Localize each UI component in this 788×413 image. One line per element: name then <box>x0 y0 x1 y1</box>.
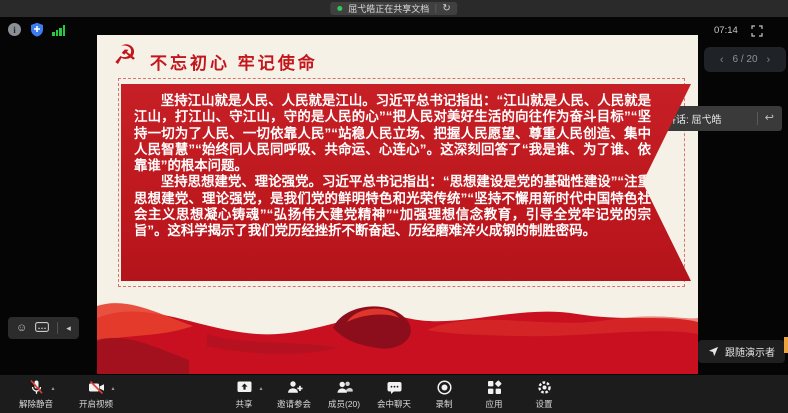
edge-notification-strip <box>784 337 788 353</box>
shield-icon[interactable] <box>30 22 44 42</box>
red-ribbon-graphic <box>97 288 698 374</box>
unmute-button[interactable]: ▴ 解除静音 <box>18 379 54 410</box>
meeting-toolbar: ▴ 解除静音 ▴ 开启视频 <box>0 375 788 413</box>
network-signal-icon[interactable] <box>52 25 65 36</box>
next-page-icon[interactable]: › <box>767 54 771 66</box>
apps-grid-icon <box>486 379 503 396</box>
prev-page-icon[interactable]: ‹ <box>720 54 724 66</box>
mic-options-caret[interactable]: ▴ <box>51 385 54 392</box>
slide-title: 不忘初心 牢记使命 <box>150 49 318 74</box>
follow-presenter-button[interactable]: 跟随演示者 <box>698 340 785 363</box>
record-icon <box>436 379 453 396</box>
sharing-status-text: 屈弋皓正在共享文档 <box>348 2 429 15</box>
members-button[interactable]: 成员(20) <box>326 379 362 410</box>
chat-bubble-icon <box>386 379 403 396</box>
meeting-window: 屈弋皓正在共享文档 ↻ i 07:14 ☭ 不忘初心 牢记使命 坚持江山就是人民… <box>0 0 788 413</box>
share-button[interactable]: ▴ 共享 <box>226 379 262 410</box>
sharing-status-pill[interactable]: 屈弋皓正在共享文档 ↻ <box>330 2 457 15</box>
audio-video-controls: ▴ 解除静音 ▴ 开启视频 <box>18 379 114 410</box>
info-icon[interactable]: i <box>8 23 21 36</box>
video-options-caret[interactable]: ▴ <box>111 385 114 392</box>
follow-presenter-label: 跟随演示者 <box>725 344 775 359</box>
chat-button[interactable]: 会中聊天 <box>376 379 412 410</box>
record-button[interactable]: 录制 <box>426 379 462 410</box>
apps-button[interactable]: 应用 <box>476 379 512 410</box>
reaction-caption-pill: ☺ ◂ <box>8 317 79 339</box>
fullscreen-icon[interactable] <box>751 24 763 42</box>
slide-paragraph-1: 坚持江山就是人民、人民就是江山。习近平总书记指出：“江山就是人民、人民就是江山，… <box>134 93 651 174</box>
page-indicator: 6 / 20 <box>732 54 757 65</box>
caption-icon[interactable] <box>35 319 49 337</box>
slide-red-banner: 坚持江山就是人民、人民就是江山。习近平总书记指出：“江山就是人民、人民就是江山，… <box>121 84 691 281</box>
settings-button[interactable]: 设置 <box>526 379 562 410</box>
refresh-icon[interactable]: ↻ <box>442 4 450 14</box>
cursor-icon <box>708 346 719 357</box>
slide-paragraph-2: 坚持思想建党、理论强党。习近平总书记指出：“思想建设是党的基础性建设”“注重思想… <box>134 174 651 239</box>
invite-button[interactable]: 邀请参会 <box>276 379 312 410</box>
meeting-timer: 07:14 <box>714 25 738 36</box>
pill-divider <box>435 4 436 13</box>
slide-page-nav[interactable]: ‹ 6 / 20 › <box>704 47 786 72</box>
camera-off-icon <box>88 379 105 396</box>
online-dot-icon <box>337 6 342 11</box>
window-titlebar: 屈弋皓正在共享文档 ↻ <box>0 0 788 17</box>
mic-muted-icon <box>28 379 45 396</box>
pill-divider <box>57 322 58 334</box>
members-icon <box>336 379 353 396</box>
share-screen-icon <box>236 379 253 396</box>
pill-divider <box>757 112 758 125</box>
smiley-icon[interactable]: ☺ <box>16 323 27 334</box>
main-controls: ▴ 共享 邀请参会 <box>226 379 562 410</box>
party-emblem-icon: ☭ <box>113 41 137 71</box>
start-video-button[interactable]: ▴ 开启视频 <box>78 379 114 410</box>
invite-person-icon <box>286 379 303 396</box>
gear-icon <box>536 379 553 396</box>
collapse-icon[interactable]: ◂ <box>66 323 71 334</box>
share-options-caret[interactable]: ▴ <box>259 385 262 392</box>
restore-arrow-icon[interactable]: ↩ <box>765 113 774 124</box>
shared-slide: ☭ 不忘初心 牢记使命 坚持江山就是人民、人民就是江山。习近平总书记指出：“江山… <box>97 35 698 374</box>
